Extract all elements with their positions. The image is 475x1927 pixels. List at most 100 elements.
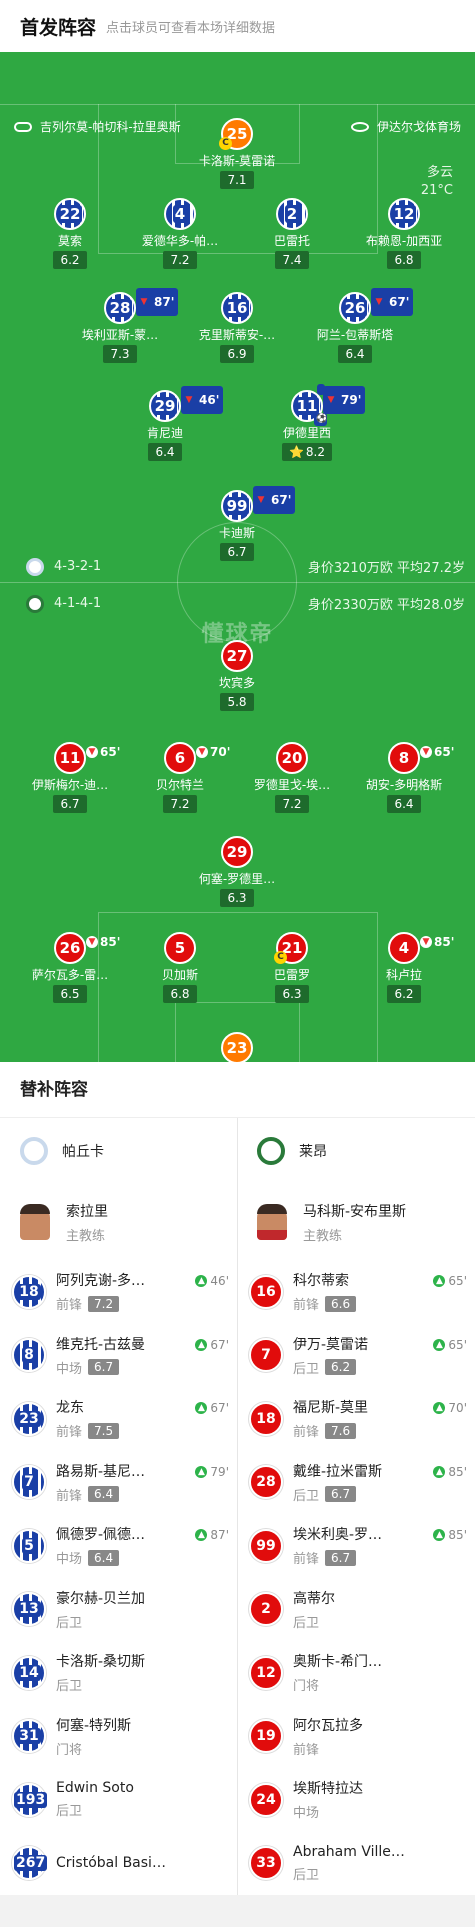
away-coach[interactable]: 马科斯-安布里斯 主教练 <box>237 1184 475 1260</box>
sub-player-meta: 前锋 6.7 <box>293 1548 382 1567</box>
away-player[interactable]: 23奥斯卡-加西亚7.0 <box>172 1032 302 1062</box>
jersey-icon: 16 <box>221 292 253 324</box>
away-player[interactable]: 20 罗德里戈-埃… 7.2 <box>227 742 357 813</box>
sub-player-row[interactable]: 99 埃米利奥-罗… 前锋 6.7 ▲ 85' <box>237 1514 475 1578</box>
sub-player-row[interactable]: 18 阿列克谢-多… 前锋 7.2 ▲ 46' <box>0 1260 237 1324</box>
weather-text: 多云 <box>426 165 453 180</box>
sub-player-info: 福尼斯-莫里 前锋 7.6 <box>293 1397 368 1440</box>
star-icon: ⭐ <box>288 445 304 459</box>
away-player[interactable]: 4 ▼ 85' 科卢拉 6.2 <box>339 932 469 1003</box>
player-rating: 6.2 <box>53 251 87 269</box>
home-team-row[interactable]: 帕丘卡 <box>0 1118 237 1184</box>
weather: 多云 21°C <box>421 164 453 200</box>
sub-player-row[interactable]: 2 高蒂尔 后卫 <box>237 1578 475 1642</box>
sub-event: ▲ 79' <box>195 1465 229 1479</box>
home-player[interactable]: 16 克里斯蒂安-… 6.9 <box>172 292 302 363</box>
jersey-icon: 29 <box>221 836 253 868</box>
jersey-number: 99 <box>224 497 250 515</box>
jersey-icon: 2 <box>276 198 308 230</box>
jersey-number: 13 <box>17 1601 41 1618</box>
sub-player-row[interactable]: 193 Edwin Soto 后卫 <box>0 1768 237 1832</box>
stadium-icon <box>350 121 369 132</box>
jersey-number: 18 <box>17 1283 41 1300</box>
home-player[interactable]: 99 ▼ 67' 卡迪斯 6.7 <box>172 486 302 561</box>
sub-player-info: 何塞-特列斯 门将 <box>56 1715 131 1758</box>
sub-player-row[interactable]: 12 奥斯卡-希门… 门将 <box>237 1641 475 1705</box>
sub-player-row[interactable]: 267 Cristóbal Basi… <box>0 1832 237 1896</box>
sub-player-row[interactable]: 24 埃斯特拉达 中场 <box>237 1768 475 1832</box>
jersey-number: 8 <box>398 749 410 767</box>
sub-player-name: 戴维-拉米雷斯 <box>293 1463 383 1480</box>
sub-player-rating: 6.4 <box>88 1486 120 1503</box>
jersey-number: 27 <box>226 647 248 665</box>
away-player[interactable]: 29 何塞-罗德里… 6.3 <box>172 836 302 907</box>
coach-name: 索拉里 <box>66 1203 108 1220</box>
home-player[interactable]: 26 ▼ 67' 阿兰-包蒂斯塔 6.4 <box>290 288 420 363</box>
jersey-icon: 99 ▼ 67' <box>221 486 296 522</box>
home-player[interactable]: 2 巴雷托 7.4 <box>227 198 357 269</box>
sub-player-row[interactable]: 7 路易斯-基尼… 前锋 6.4 ▲ 79' <box>0 1451 237 1515</box>
jersey-number: 22 <box>57 205 83 223</box>
home-player[interactable]: 29 ▼ 46' 肯尼迪 6.4 <box>100 386 230 461</box>
away-player[interactable]: 5 贝加斯 6.8 <box>115 932 245 1003</box>
jersey-icon: 18 <box>12 1274 46 1309</box>
sub-player-row[interactable]: 8 维克托-古兹曼 中场 6.7 ▲ 67' <box>0 1324 237 1388</box>
jersey-icon: 21 C <box>274 932 308 964</box>
sub-player-row[interactable]: 31 何塞-特列斯 门将 <box>0 1705 237 1769</box>
player-rating: 6.4 <box>148 443 182 461</box>
sub-player-row[interactable]: 13 豪尔赫-贝兰加 后卫 <box>0 1578 237 1642</box>
jersey-icon: 28 ▼ 87' <box>104 288 179 324</box>
player-rating: 6.8 <box>387 251 421 269</box>
sub-on-minute: 79' <box>210 1464 229 1479</box>
jersey-number: 26 <box>342 299 368 317</box>
sub-event: ▲ 85' <box>433 1528 467 1542</box>
sub-player-position: 前锋 <box>293 1552 320 1568</box>
sub-player-row[interactable]: 18 福尼斯-莫里 前锋 7.6 ▲ 70' <box>237 1387 475 1451</box>
sub-player-row[interactable]: 7 伊万-莫雷诺 后卫 6.2 ▲ 65' <box>237 1324 475 1388</box>
coach-avatar <box>257 1204 287 1240</box>
sub-event: ▲ 67' <box>195 1338 229 1352</box>
sub-on-icon: ▲ <box>433 1529 446 1541</box>
sub-player-row[interactable]: 16 科尔蒂索 前锋 6.6 ▲ 65' <box>237 1260 475 1324</box>
sub-player-info: 高蒂尔 后卫 <box>293 1588 335 1631</box>
sub-event: ▲ 65' <box>433 1338 467 1352</box>
sub-minute: 79' <box>339 386 364 414</box>
sub-event: ▲ 87' <box>195 1528 229 1542</box>
home-player[interactable]: 4 爱德华多-帕… 7.2 <box>115 198 245 269</box>
away-player[interactable]: 8 ▼ 65' 胡安-多明格斯 6.4 <box>339 742 469 813</box>
captain-icon: C <box>219 137 232 150</box>
jersey-number: 12 <box>256 1664 276 1681</box>
sub-player-row[interactable]: 33 Abraham Ville… 后卫 <box>237 1832 475 1896</box>
coach-avatar <box>20 1204 50 1240</box>
sub-player-rating: 7.2 <box>88 1295 120 1312</box>
sub-player-meta: 前锋 7.6 <box>293 1421 368 1440</box>
jersey-icon: 4 ▼ 85' <box>388 932 454 964</box>
sub-off: ▼ 67' <box>253 486 296 514</box>
jersey-number: 28 <box>256 1474 276 1491</box>
sub-minute: 67' <box>387 288 412 316</box>
jersey-number: 16 <box>256 1283 276 1300</box>
home-player[interactable]: 28 ▼ 87' 埃利亚斯-蒙… 7.3 <box>55 288 185 363</box>
away-player[interactable]: 6 ▼ 70' 贝尔特兰 7.2 <box>115 742 245 813</box>
away-team-row[interactable]: 莱昂 <box>237 1118 475 1184</box>
sub-player-row[interactable]: 5 佩德罗-佩德… 中场 6.4 ▲ 87' <box>0 1514 237 1578</box>
sub-player-row[interactable]: 28 戴维-拉米雷斯 后卫 6.7 ▲ 85' <box>237 1451 475 1515</box>
home-player[interactable]: 12 布赖恩-加西亚 6.8 <box>339 198 469 269</box>
home-player[interactable]: 11 ⚽ ▼ 79' 伊德里西 ⭐ 8.2 <box>242 384 372 461</box>
sub-player-name: 阿尔瓦拉多 <box>293 1717 363 1734</box>
away-player[interactable]: 27 坎宾多 5.8 <box>172 640 302 711</box>
sub-player-row[interactable]: 14 卡洛斯-桑切斯 后卫 <box>0 1641 237 1705</box>
home-coach[interactable]: 索拉里 主教练 <box>0 1184 237 1260</box>
sub-player-row[interactable]: 19 阿尔瓦拉多 前锋 <box>237 1705 475 1769</box>
away-player[interactable]: 21 C 巴雷罗 6.3 <box>227 932 357 1003</box>
jersey-icon: 14 <box>12 1655 46 1690</box>
jersey-number: 2 <box>284 205 300 223</box>
sub-player-name: 科尔蒂索 <box>293 1273 349 1290</box>
player-name: 贝加斯 <box>161 968 198 982</box>
player-name: 伊德里西 <box>282 426 331 440</box>
sub-event: ▲ 65' <box>433 1274 467 1288</box>
sub-player-row[interactable]: 23 龙东 前锋 7.5 ▲ 67' <box>0 1387 237 1451</box>
sub-player-info: 科尔蒂索 前锋 6.6 <box>293 1270 357 1313</box>
home-player[interactable]: 25 C 卡洛斯-莫雷诺 7.1 <box>172 118 302 189</box>
sub-off: ▼ 67' <box>371 288 414 316</box>
